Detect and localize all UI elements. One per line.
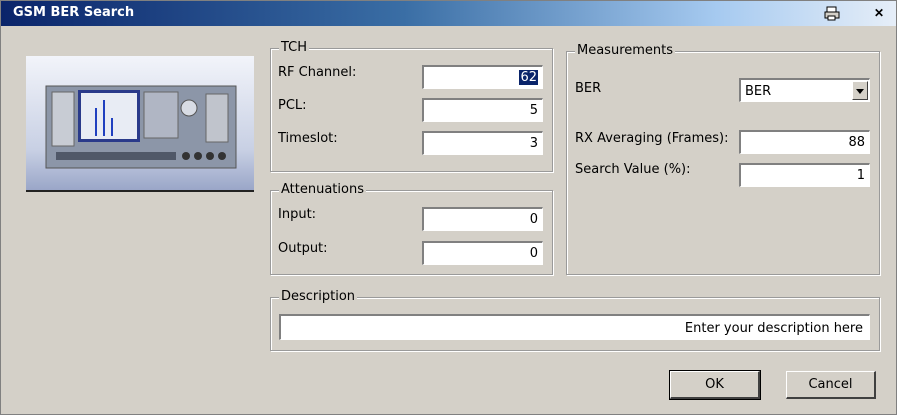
close-icon[interactable]: ✕ <box>871 6 887 21</box>
pcl-field[interactable]: 5 <box>422 98 543 122</box>
ber-select-value: BER <box>745 84 772 99</box>
ber-label: BER <box>575 81 602 96</box>
instrument-photo <box>26 56 254 192</box>
search-value-field[interactable]: 1 <box>739 163 870 187</box>
rx-averaging-label: RX Averaging (Frames): <box>575 131 729 146</box>
tch-legend: TCH <box>279 40 310 55</box>
cancel-button[interactable]: Cancel <box>786 371 876 399</box>
description-field[interactable]: Enter your description here <box>279 314 870 340</box>
input-field[interactable]: 0 <box>422 207 543 231</box>
title-bar: GSM BER Search ✕ <box>1 1 896 26</box>
timeslot-field[interactable]: 3 <box>422 131 543 155</box>
attenuations-legend: Attenuations <box>279 182 366 197</box>
rf-channel-label: RF Channel: <box>278 65 357 80</box>
chevron-down-icon[interactable] <box>852 81 868 100</box>
window-title: GSM BER Search <box>13 5 135 20</box>
pcl-label: PCL: <box>278 98 307 113</box>
output-label: Output: <box>278 241 328 256</box>
search-value-label: Search Value (%): <box>575 162 691 177</box>
ber-select[interactable]: BER <box>739 78 870 102</box>
description-legend: Description <box>279 289 358 304</box>
input-label: Input: <box>278 207 317 222</box>
rf-channel-field[interactable]: 62 <box>422 65 543 89</box>
output-field[interactable]: 0 <box>422 241 543 265</box>
timeslot-label: Timeslot: <box>278 131 338 146</box>
measurements-legend: Measurements <box>575 43 676 58</box>
ok-button[interactable]: OK <box>669 370 761 400</box>
dialog-window: GSM BER Search ✕ TCH RF Channel: 62 PCL:… <box>0 0 897 415</box>
rx-averaging-field[interactable]: 88 <box>739 130 870 154</box>
print-icon[interactable] <box>824 6 840 21</box>
